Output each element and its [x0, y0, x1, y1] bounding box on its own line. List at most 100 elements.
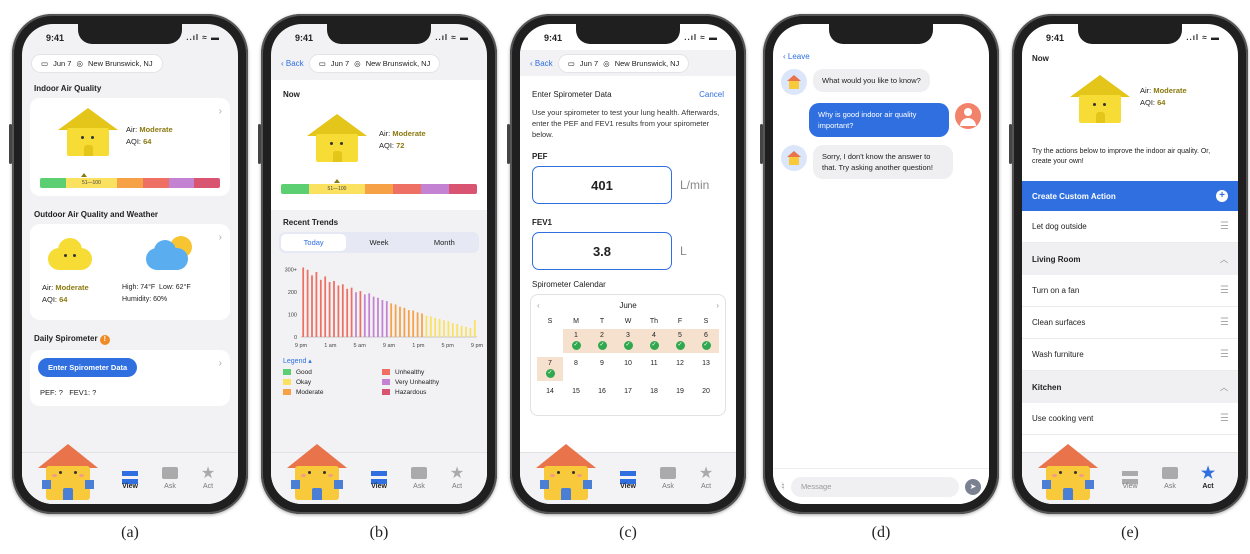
calendar-day[interactable]: 2 ✓ [589, 329, 615, 353]
action-item[interactable]: Wash furniture ☰ [1022, 339, 1238, 371]
trends-title: Recent Trends [283, 218, 339, 227]
calendar-day[interactable]: 15 [563, 385, 589, 409]
legend-toggle[interactable]: Legend ▴ [283, 357, 475, 365]
now-panel: Now Air: Moderate AQI: 72 51—100 [271, 80, 487, 210]
tab-act[interactable]: ★ Act [437, 463, 477, 490]
trend-bar [381, 300, 384, 337]
drag-handle-icon[interactable]: ☰ [1220, 221, 1229, 232]
microphone-icon[interactable]: ♮ [781, 480, 785, 493]
trend-bar [385, 301, 388, 337]
action-item[interactable]: Clean surfaces ☰ [1022, 307, 1238, 339]
room-header-kitchen[interactable]: Kitchen ︿ [1022, 371, 1238, 403]
spiro-title: Daily Spirometer ! [34, 334, 226, 345]
tab-week[interactable]: Week [346, 234, 411, 251]
house-moderate-icon [307, 114, 367, 164]
outdoor-air-readout: Air: Moderate AQI: 64 [42, 283, 89, 304]
chevron-right-icon[interactable]: › [716, 301, 719, 310]
calendar-day[interactable]: 11 [641, 357, 667, 381]
calendar-day[interactable]: 16 [589, 385, 615, 409]
tab-view[interactable]: View [1110, 463, 1150, 490]
cancel-button[interactable]: Cancel [699, 90, 724, 99]
chevron-left-icon[interactable]: ‹ [537, 301, 540, 310]
room-header-living[interactable]: Living Room ︿ [1022, 243, 1238, 275]
calendar-day[interactable]: 12 [667, 357, 693, 381]
y-tick-label: 300+ [285, 268, 297, 274]
bot-avatar [781, 69, 807, 95]
drag-handle-icon[interactable]: ☰ [1220, 317, 1229, 328]
bot-message: What would you like to know? [781, 69, 981, 95]
action-item[interactable]: Turn on a fan ☰ [1022, 275, 1238, 307]
drag-handle-icon[interactable]: ☰ [1220, 413, 1229, 424]
enter-spiro-button[interactable]: Enter Spirometer Data [38, 358, 138, 377]
house-moderate-icon [1070, 75, 1130, 125]
drag-handle-icon[interactable]: ☰ [1220, 285, 1229, 296]
check-icon: ✓ [545, 369, 555, 378]
back-button[interactable]: ‹ Back [281, 59, 304, 68]
message-input[interactable]: Message [790, 476, 959, 497]
phone-a: 9:41 ..ıl ≈ ▬ ▭ Jun 7 ◎ New Brunswick, NJ In… [9, 14, 248, 514]
send-icon[interactable]: ➤ [965, 478, 981, 495]
date-location-pill[interactable]: ▭ Jun 7 ◎ New Brunswick, NJ [309, 54, 440, 72]
action-item[interactable]: Use cooking vent ☰ [1022, 403, 1238, 435]
tab-act[interactable]: ★ Act [188, 463, 228, 490]
phone-b: 9:41 ..ıl ≈ ▬ ‹ Back ▭ Jun 7 ◎ New Brunswick… [258, 14, 497, 514]
calendar-day[interactable]: 4 ✓ [641, 329, 667, 353]
fev1-input[interactable]: 3.8 [532, 232, 672, 270]
y-tick-label: 200 [288, 290, 297, 296]
trend-bar [333, 280, 335, 337]
date-location-pill[interactable]: ▭ Jun 7 ◎ New Brunswick, NJ [558, 54, 689, 72]
outdoor-card[interactable]: › Air: Moderate AQI: 64 High: 74°F Low: 6… [30, 224, 230, 320]
calendar-day[interactable]: 5 ✓ [667, 329, 693, 353]
cloud-face-icon [48, 238, 92, 270]
create-action-button[interactable]: Create Custom Action + [1022, 181, 1238, 211]
tab-month[interactable]: Month [412, 234, 477, 251]
calendar-day[interactable]: 19 [667, 385, 693, 409]
screen-e: 9:41 ..ıl ≈ ▬ Now Air: Moderate AQI: 64 Tr… [1022, 24, 1238, 504]
action-item[interactable]: Let dog outside ☰ [1022, 211, 1238, 243]
spiro-card[interactable]: › Enter Spirometer Data PEF: ? FEV1: ? [30, 350, 230, 406]
air-readout: Air: Moderate AQI: 72 [379, 129, 426, 150]
back-button[interactable]: ‹ Back [530, 59, 553, 68]
tab-ask[interactable]: Ask [150, 463, 190, 490]
signal-icon: ..ıl ≈ ▬ [186, 33, 220, 42]
calendar-day[interactable]: 6 ✓ [693, 329, 719, 353]
y-tick-label: 0 [294, 335, 297, 341]
calendar-day[interactable]: 8 [563, 357, 589, 381]
tab-ask[interactable]: Ask [648, 463, 688, 490]
label-e: (e) [1121, 524, 1139, 541]
calendar-day[interactable]: 3 ✓ [615, 329, 641, 353]
calendar-day[interactable]: 20 [693, 385, 719, 409]
view-icon [608, 463, 648, 483]
tab-view[interactable]: View [110, 463, 150, 490]
calendar-day[interactable]: 10 [615, 357, 641, 381]
y-tick-label: 100 [288, 313, 297, 319]
chat-bubble-icon [150, 463, 190, 483]
pef-input[interactable]: 401 [532, 166, 672, 204]
trend-bar [363, 294, 366, 337]
tab-ask[interactable]: Ask [1150, 463, 1190, 490]
calendar-day[interactable]: 7 ✓ [537, 357, 563, 381]
pef-label: PEF [532, 152, 548, 161]
chat-bubble-icon [399, 463, 439, 483]
calendar-day[interactable]: 1 ✓ [563, 329, 589, 353]
date-location-pill[interactable]: ▭ Jun 7 ◎ New Brunswick, NJ [32, 54, 162, 72]
fev1-row: 3.8 L [520, 232, 736, 270]
calendar-day[interactable]: 13 [693, 357, 719, 381]
calendar-day[interactable]: 17 [615, 385, 641, 409]
tab-view[interactable]: View [359, 463, 399, 490]
indoor-air-readout: Air: Moderate AQI: 64 [126, 125, 173, 146]
calendar-day[interactable]: 18 [641, 385, 667, 409]
tab-act[interactable]: ★ Act [686, 463, 726, 490]
tab-view[interactable]: View [608, 463, 648, 490]
tab-act[interactable]: ★ Act [1188, 463, 1228, 490]
leave-button[interactable]: ‹ Leave [783, 52, 979, 61]
check-icon: ✓ [649, 341, 659, 350]
trend-bar [341, 284, 344, 337]
legend-very-unhealthy: Very Unhealthy [382, 379, 475, 386]
tab-ask[interactable]: Ask [399, 463, 439, 490]
calendar-day[interactable]: 9 [589, 357, 615, 381]
drag-handle-icon[interactable]: ☰ [1220, 349, 1229, 360]
calendar-day[interactable]: 14 [537, 385, 563, 409]
tab-today[interactable]: Today [281, 234, 347, 251]
indoor-card[interactable]: › Air: Moderate AQI: 64 51—100 [30, 98, 230, 196]
